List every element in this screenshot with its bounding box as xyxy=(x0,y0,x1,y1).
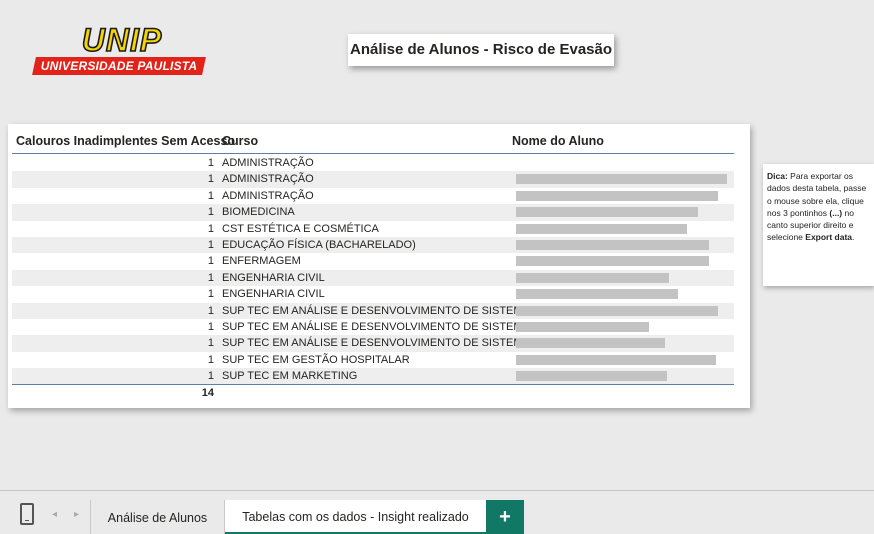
unip-logo: UNIP UNIVERSIDADE PAULISTA xyxy=(32,24,206,78)
cell-curso: ENGENHARIA CIVIL xyxy=(222,271,325,284)
table-row[interactable]: 1 ENGENHARIA CIVIL xyxy=(12,286,734,302)
report-canvas: UNIP UNIVERSIDADE PAULISTA Análise de Al… xyxy=(0,0,874,490)
cell-curso: SUP TEC EM ANÁLISE E DESENVOLVIMENTO DE … xyxy=(222,304,538,317)
table-row[interactable]: 1 ADMINISTRAÇÃO xyxy=(12,171,734,188)
unip-wordmark-text: UNIP xyxy=(82,24,162,56)
tip-dots: (...) xyxy=(829,207,843,218)
cell-count: 1 xyxy=(207,353,214,366)
page-title: Análise de Alunos - Risco de Evasão xyxy=(348,34,614,66)
cell-count: 1 xyxy=(207,320,214,333)
cell-count: 1 xyxy=(207,238,214,251)
cell-nome-redacted xyxy=(516,256,709,267)
cell-curso: ADMINISTRAÇÃO xyxy=(222,173,314,186)
cell-nome-redacted xyxy=(516,289,678,300)
cell-curso: CST ESTÉTICA E COSMÉTICA xyxy=(222,222,379,235)
cell-nome-redacted xyxy=(516,354,716,365)
cell-curso: SUP TEC EM GESTÃO HOSPITALAR xyxy=(222,353,410,366)
cell-count: 1 xyxy=(207,370,214,383)
cell-curso: SUP TEC EM ANÁLISE E DESENVOLVIMENTO DE … xyxy=(222,337,538,350)
table-row[interactable]: 1 SUP TEC EM ANÁLISE E DESENVOLVIMENTO DE… xyxy=(12,302,734,319)
cell-count: 1 xyxy=(207,271,214,284)
logo-band-text: UNIVERSIDADE PAULISTA xyxy=(40,59,198,73)
cell-nome-redacted xyxy=(516,272,669,283)
add-page-button[interactable]: + xyxy=(486,500,524,534)
mobile-layout-icon[interactable] xyxy=(20,503,34,525)
tip-end: . xyxy=(852,232,855,243)
table-row[interactable]: 1 ENFERMAGEM xyxy=(12,253,734,269)
header-nome[interactable]: Nome do Aluno xyxy=(512,134,604,148)
cell-curso: ADMINISTRAÇÃO xyxy=(222,189,314,202)
table-total: 14 xyxy=(201,387,214,399)
header-count[interactable]: Calouros Inadimplentes Sem Acesso xyxy=(16,134,235,148)
table-row[interactable]: 1 ADMINISTRAÇÃO xyxy=(12,155,734,171)
table-row[interactable]: 1 SUP TEC EM MARKETING xyxy=(12,368,734,385)
tip-label: Dica: xyxy=(767,171,788,181)
table-row[interactable]: 1 SUP TEC EM GESTÃO HOSPITALAR xyxy=(12,352,734,368)
cell-nome-redacted xyxy=(516,371,667,382)
table-row[interactable]: 1 BIOMEDICINA xyxy=(12,204,734,221)
cell-count: 1 xyxy=(207,189,214,202)
cell-count: 1 xyxy=(207,337,214,350)
cell-nome-redacted xyxy=(516,223,687,234)
table-header: Calouros Inadimplentes Sem Acesso Curso … xyxy=(12,128,734,154)
page-tab-bar: ◂ ▸ Análise de Alunos Tabelas com os dad… xyxy=(0,490,874,534)
cell-count: 1 xyxy=(207,206,214,219)
cell-curso: ADMINISTRAÇÃO xyxy=(222,157,314,169)
cell-curso: SUP TEC EM ANÁLISE E DESENVOLVIMENTO DE … xyxy=(222,320,538,333)
header-curso[interactable]: Curso xyxy=(222,134,258,148)
cell-count: 1 xyxy=(207,222,214,235)
table-row[interactable]: 1 EDUCAÇÃO FÍSICA (BACHARELADO) xyxy=(12,236,734,254)
students-table[interactable]: Calouros Inadimplentes Sem Acesso Curso … xyxy=(8,124,750,408)
cell-curso: BIOMEDICINA xyxy=(222,206,295,219)
cell-count: 1 xyxy=(207,304,214,317)
cell-nome-redacted xyxy=(516,239,709,250)
cell-nome-redacted xyxy=(516,321,649,332)
cell-curso: SUP TEC EM MARKETING xyxy=(222,370,358,383)
cell-nome-redacted xyxy=(516,174,727,185)
cell-nome-redacted xyxy=(516,338,665,349)
cell-curso: ENGENHARIA CIVIL xyxy=(222,288,325,301)
table-row[interactable]: 1 CST ESTÉTICA E COSMÉTICA xyxy=(12,221,734,237)
cell-count: 1 xyxy=(207,288,214,301)
cell-nome-redacted xyxy=(516,207,698,218)
prev-page-icon[interactable]: ◂ xyxy=(52,509,57,520)
table-row[interactable]: 1 ENGENHARIA CIVIL xyxy=(12,269,734,287)
unip-wordmark: UNIP xyxy=(81,24,162,56)
table-row[interactable]: 1 ADMINISTRAÇÃO xyxy=(12,188,734,204)
cell-count: 1 xyxy=(207,157,214,169)
tab-analise-de-alunos[interactable]: Análise de Alunos xyxy=(90,500,225,534)
cell-nome-redacted xyxy=(516,305,718,316)
cell-curso: ENFERMAGEM xyxy=(222,255,301,268)
table-row[interactable]: 1 SUP TEC EM ANÁLISE E DESENVOLVIMENTO DE… xyxy=(12,335,734,352)
table-body: 1 ADMINISTRAÇÃO 1 ADMINISTRAÇÃO 1 ADMINISTRAÇ… xyxy=(12,155,734,385)
cell-curso: EDUCAÇÃO FÍSICA (BACHARELADO) xyxy=(222,238,416,251)
table-row[interactable]: 1 SUP TEC EM ANÁLISE E DESENVOLVIMENTO DE… xyxy=(12,319,734,335)
next-page-icon[interactable]: ▸ xyxy=(74,509,79,520)
tip-card: Dica: Para exportar os dados desta tabel… xyxy=(763,164,874,286)
tab-tabelas-com-os-dados[interactable]: Tabelas com os dados - Insight realizado xyxy=(225,500,486,534)
tip-action: Export data xyxy=(805,232,853,243)
cell-count: 1 xyxy=(207,173,214,186)
cell-nome-redacted xyxy=(516,190,718,201)
cell-count: 1 xyxy=(207,255,214,268)
